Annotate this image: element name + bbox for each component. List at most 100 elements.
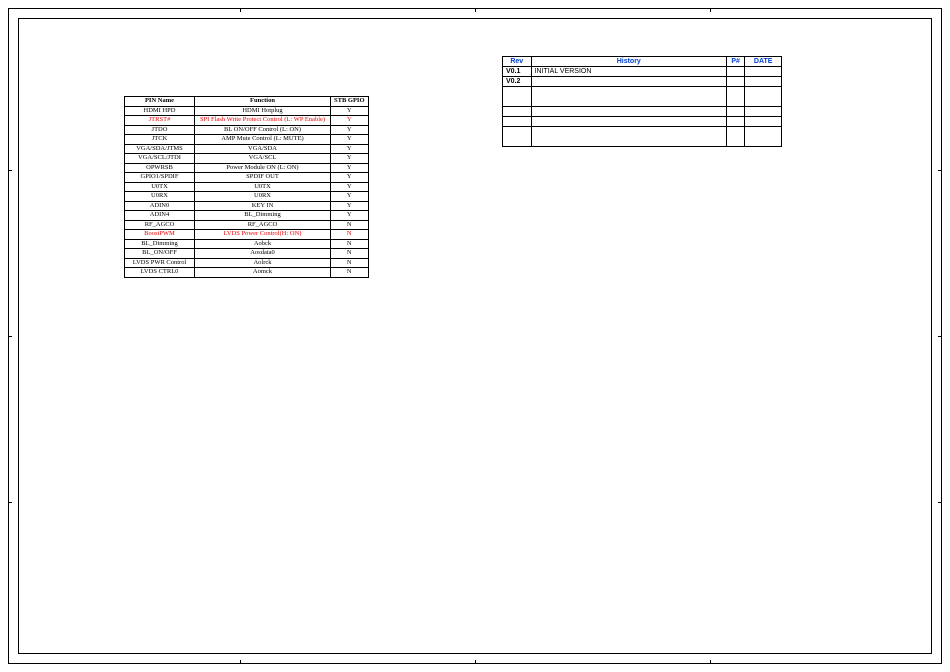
pin-table-cell-func: BL_Dimming [195, 211, 331, 221]
revision-cell-hist [531, 127, 727, 147]
pin-table-row: OPWRSBPower Module ON (L: ON)Y [125, 163, 369, 173]
revision-cell-rev [503, 107, 532, 117]
frame-tick [240, 9, 241, 12]
pin-table-cell-func: LVDS Power Control(H: ON) [195, 230, 331, 240]
revision-cell-date [745, 87, 782, 107]
revision-cell-rev [503, 87, 532, 107]
pin-table-row: JTRST#SPI Flash Write Protect Control (L… [125, 116, 369, 126]
revision-cell-rev: V0.2 [503, 77, 532, 87]
pin-table-cell-pin: VGA/SCL/JTDI [125, 154, 195, 164]
revision-cell-p [727, 107, 745, 117]
revision-cell-date [745, 67, 782, 77]
revision-cell-hist: INITIAL VERSION [531, 67, 727, 77]
pin-table-cell-stb: Y [331, 163, 369, 173]
pin-table-cell-pin: JTRST# [125, 116, 195, 126]
pin-table-cell-pin: JTCK [125, 135, 195, 145]
frame-tick [475, 660, 476, 663]
revision-header-rev: Rev [503, 57, 532, 67]
pin-table-cell-pin: U0TX [125, 182, 195, 192]
pin-table-cell-pin: RF_AGCO [125, 220, 195, 230]
revision-row [503, 127, 782, 147]
frame-tick [9, 336, 12, 337]
pin-table-cell-pin: VGA/SDA/JTMS [125, 144, 195, 154]
revision-header-date: DATE [745, 57, 782, 67]
pin-table-cell-func: Power Module ON (L: ON) [195, 163, 331, 173]
pin-table-row: ADIN4BL_DimmingY [125, 211, 369, 221]
pin-table-row: GPIO1/SPDIFSPDIF OUTY [125, 173, 369, 183]
pin-table-row: VGA/SCL/JTDIVGA/SCLY [125, 154, 369, 164]
pin-table-row: BoostPWMLVDS Power Control(H: ON)N [125, 230, 369, 240]
revision-cell-date [745, 127, 782, 147]
revision-header-row: Rev History P# DATE [503, 57, 782, 67]
pin-table-cell-func: VGA/SDA [195, 144, 331, 154]
pin-table-cell-stb: Y [331, 192, 369, 202]
revision-cell-p [727, 77, 745, 87]
pin-table-cell-pin: LVDS CTRL0 [125, 268, 195, 278]
pin-table-cell-func: SPDIF OUT [195, 173, 331, 183]
pin-table-cell-func: U0TX [195, 182, 331, 192]
frame-tick [475, 9, 476, 12]
revision-cell-hist [531, 87, 727, 107]
pin-table-cell-pin: HDMI HPD [125, 106, 195, 116]
pin-table-cell-stb: Y [331, 182, 369, 192]
revision-row [503, 117, 782, 127]
pin-table-cell-func: U0RX [195, 192, 331, 202]
revision-cell-p [727, 67, 745, 77]
pin-table-row: VGA/SDA/JTMSVGA/SDAY [125, 144, 369, 154]
pin-table-cell-func: AMP Mute Control (L: MUTE) [195, 135, 331, 145]
pin-table-cell-stb: Y [331, 173, 369, 183]
pin-table-cell-stb: Y [331, 154, 369, 164]
frame-tick [240, 660, 241, 663]
pin-table-cell-stb: Y [331, 106, 369, 116]
pin-table-cell-stb: N [331, 258, 369, 268]
pin-table-cell-stb: Y [331, 125, 369, 135]
pin-table-row: HDMI HPDHDMI HotplugY [125, 106, 369, 116]
revision-cell-rev [503, 117, 532, 127]
frame-tick [938, 502, 941, 503]
pin-table-cell-stb: N [331, 220, 369, 230]
pin-table-row: LVDS PWR ControlAolrckN [125, 258, 369, 268]
pin-table-cell-stb: N [331, 230, 369, 240]
pin-table-cell-func: RF_AGCO [195, 220, 331, 230]
frame-tick [9, 502, 12, 503]
revision-cell-p [727, 127, 745, 147]
pin-table-row: RF_AGCORF_AGCON [125, 220, 369, 230]
pin-table-cell-stb: Y [331, 201, 369, 211]
frame-tick [938, 170, 941, 171]
revision-cell-hist [531, 77, 727, 87]
pin-table-cell-stb: N [331, 239, 369, 249]
revision-header-hist: History [531, 57, 727, 67]
revision-cell-p [727, 87, 745, 107]
pin-table-header-row: PIN Name Function STB GPIO [125, 97, 369, 107]
pin-table-cell-pin: BL_Dimming [125, 239, 195, 249]
pin-table-cell-pin: ADIN4 [125, 211, 195, 221]
frame-tick [938, 336, 941, 337]
pin-table-row: BL_ON/OFFAosdata0N [125, 249, 369, 259]
pin-table-row: U0TXU0TXY [125, 182, 369, 192]
pin-table-cell-pin: OPWRSB [125, 163, 195, 173]
pin-table-cell-pin: ADIN0 [125, 201, 195, 211]
revision-row: V0.1INITIAL VERSION [503, 67, 782, 77]
pin-table-row: ADIN0KEY INY [125, 201, 369, 211]
pin-table-cell-func: SPI Flash Write Protect Control (L: WP E… [195, 116, 331, 126]
pin-table-cell-func: Aolrck [195, 258, 331, 268]
pin-table-cell-stb: Y [331, 135, 369, 145]
pin-table-cell-func: KEY IN [195, 201, 331, 211]
revision-cell-date [745, 117, 782, 127]
frame-tick [710, 660, 711, 663]
pin-table-cell-func: Aobck [195, 239, 331, 249]
revision-row [503, 87, 782, 107]
pin-table-row: JTDOBL ON/OFF Control (L: ON)Y [125, 125, 369, 135]
pin-table-cell-stb: N [331, 268, 369, 278]
revision-cell-date [745, 107, 782, 117]
revision-table: Rev History P# DATE V0.1INITIAL VERSION … [502, 56, 782, 147]
pin-table-cell-func: Aosdata0 [195, 249, 331, 259]
pin-table-row: JTCKAMP Mute Control (L: MUTE)Y [125, 135, 369, 145]
pin-table-cell-pin: BoostPWM [125, 230, 195, 240]
pin-table-cell-stb: Y [331, 211, 369, 221]
pin-table-row: BL_DimmingAobckN [125, 239, 369, 249]
revision-cell-date [745, 77, 782, 87]
pin-table-cell-pin: JTDO [125, 125, 195, 135]
pin-table-row: LVDS CTRL0AomckN [125, 268, 369, 278]
pin-table-cell-stb: Y [331, 116, 369, 126]
